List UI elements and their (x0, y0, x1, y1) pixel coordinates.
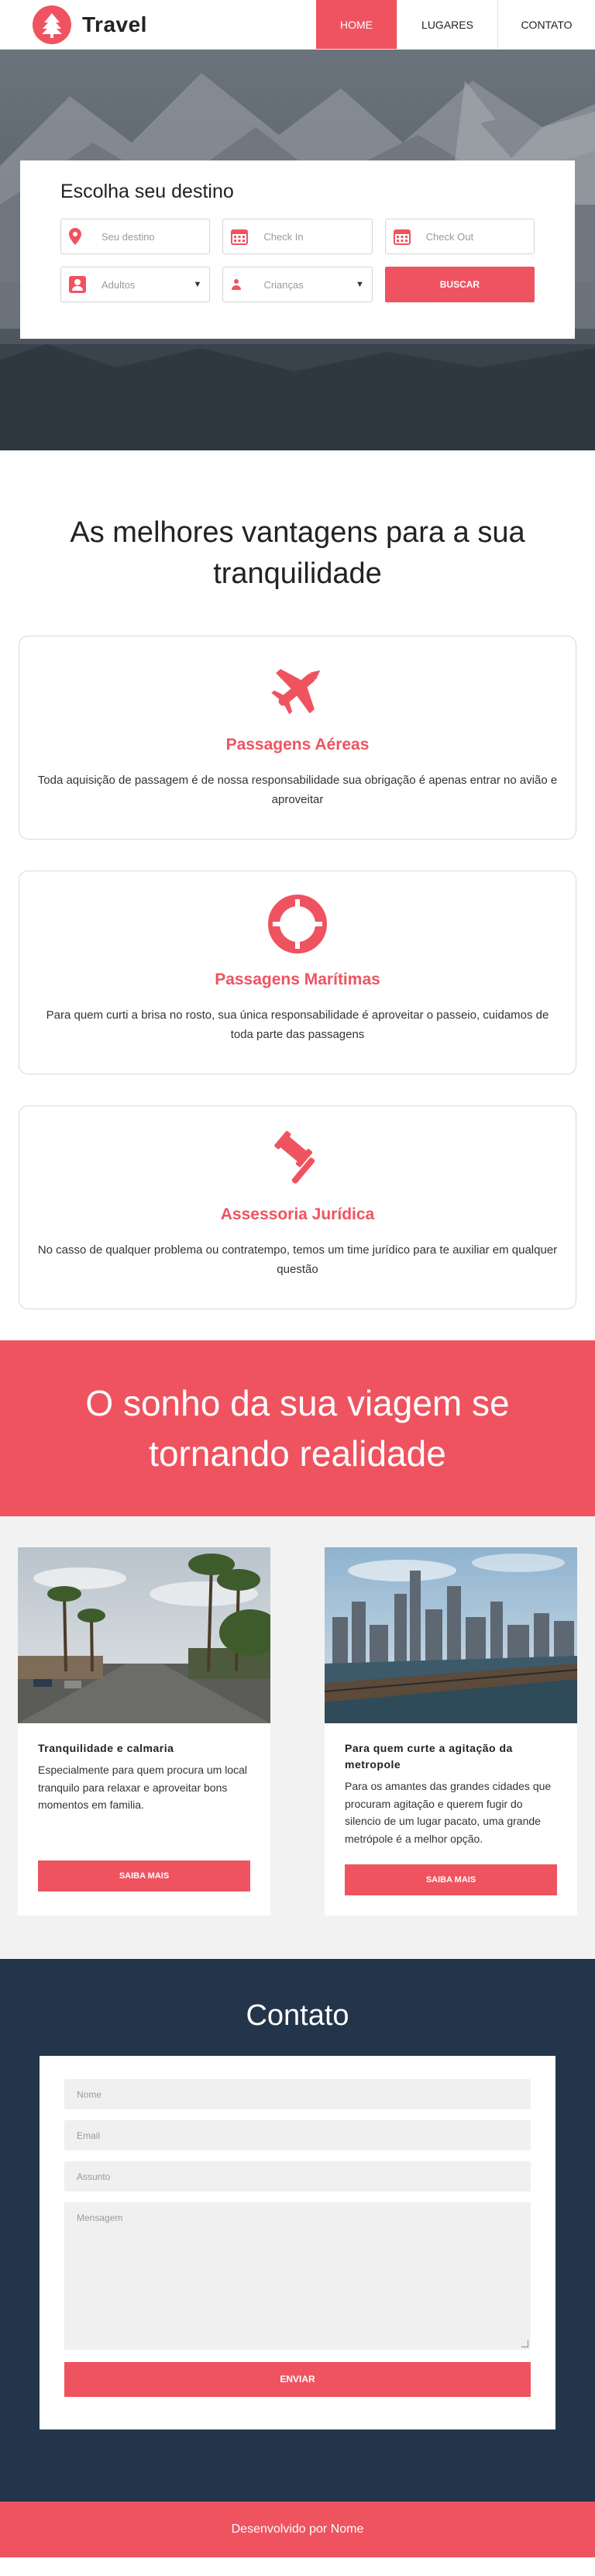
banner-title: O sonho da sua viagem se tornando realid… (85, 1383, 510, 1474)
advantage-card: Assessoria Jurídica No casso de qualquer… (19, 1105, 576, 1310)
advantage-title: Assessoria Jurídica (220, 1205, 375, 1224)
destination-text: Para os amantes das grandes cidades que … (345, 1780, 552, 1845)
send-button[interactable]: Enviar (64, 2361, 531, 2397)
search-card: Escolha seu destino Seu destino Check In… (20, 160, 575, 339)
resize-handle-icon[interactable] (521, 2340, 528, 2347)
destination-title: Tranquilidade e calmaria (38, 1742, 174, 1755)
navbar: Travel Home Lugares Contato (0, 0, 595, 50)
contact-title: Contato (246, 1998, 349, 2032)
adults-select[interactable]: Adultos ▼ (60, 267, 211, 302)
destination-title: Para quem curte a agitação da metropole (345, 1742, 513, 1771)
advantage-title: Passagens Marítimas (215, 971, 380, 989)
name-field[interactable]: Nome (64, 2078, 531, 2109)
advantages-section: As melhores vantagens para a sua tranqui… (0, 450, 595, 1310)
advantage-text: Para quem curti a brisa no rosto, sua ún… (46, 1009, 549, 1042)
subject-field[interactable]: Assunto (64, 2160, 531, 2191)
advantage-text: No casso de qualquer problema ou contrat… (37, 1243, 558, 1277)
advantage-title: Passagens Aéreas (225, 736, 370, 754)
advantage-card: Passagens Marítimas Para quem curti a br… (19, 871, 576, 1075)
nav-contato[interactable]: Contato (497, 0, 595, 49)
child-icon (231, 278, 251, 291)
destination-card: Tranquilidade e calmaria Especialmente p… (18, 1547, 270, 1916)
destination-card: Para quem curte a agitação da metropole … (325, 1547, 577, 1916)
advantage-text: Toda aquisição de passagem é de nossa re… (37, 774, 558, 807)
advantage-card: Passagens Aéreas Toda aquisição de passa… (19, 636, 576, 840)
destination-input[interactable]: Seu destino (60, 219, 211, 254)
brand[interactable]: Travel (0, 0, 316, 49)
nav-home[interactable]: Home (316, 0, 397, 49)
nav-lugares[interactable]: Lugares (397, 0, 497, 49)
gavel-icon (19, 1128, 576, 1190)
children-select[interactable]: Crianças ▼ (222, 267, 373, 302)
user-icon (69, 276, 89, 293)
read-more-button[interactable]: Saiba mais (38, 1860, 250, 1891)
email-field[interactable]: Email (64, 2119, 531, 2150)
chevron-down-icon: ▼ (355, 280, 364, 289)
contact-section: Contato Nome Email Assunto Mensagem Envi… (0, 1958, 595, 2502)
brand-name: Travel (82, 12, 147, 36)
advantages-title: As melhores vantagens para a sua tranqui… (70, 516, 525, 591)
message-field[interactable]: Mensagem (64, 2202, 531, 2350)
destinations-section: Tranquilidade e calmaria Especialmente p… (0, 1516, 595, 1959)
tree-icon (33, 5, 71, 44)
hero-section: Escolha seu destino Seu destino Check In… (0, 50, 595, 450)
checkout-input[interactable]: Check Out (384, 219, 535, 254)
chevron-down-icon: ▼ (193, 280, 202, 289)
read-more-button[interactable]: Saiba mais (345, 1864, 557, 1895)
calendar-icon (393, 228, 414, 245)
calendar-icon (231, 228, 251, 245)
footer: Desenvolvido por Nome (0, 2501, 595, 2557)
airplane-icon (19, 658, 576, 720)
lifebuoy-icon (19, 893, 576, 955)
search-title: Escolha seu destino (60, 181, 234, 202)
destination-text: Especialmente para quem procura um local… (38, 1764, 248, 1812)
map-pin-icon (69, 228, 89, 245)
palm-street-image (18, 1547, 270, 1724)
search-button[interactable]: Buscar (384, 267, 535, 302)
contact-form: Nome Email Assunto Mensagem Enviar (40, 2055, 555, 2429)
banner-section: O sonho da sua viagem se tornando realid… (0, 1340, 595, 1517)
footer-text: Desenvolvido por Nome (231, 2522, 364, 2536)
city-skyline-image (325, 1547, 577, 1724)
checkin-input[interactable]: Check In (222, 219, 373, 254)
